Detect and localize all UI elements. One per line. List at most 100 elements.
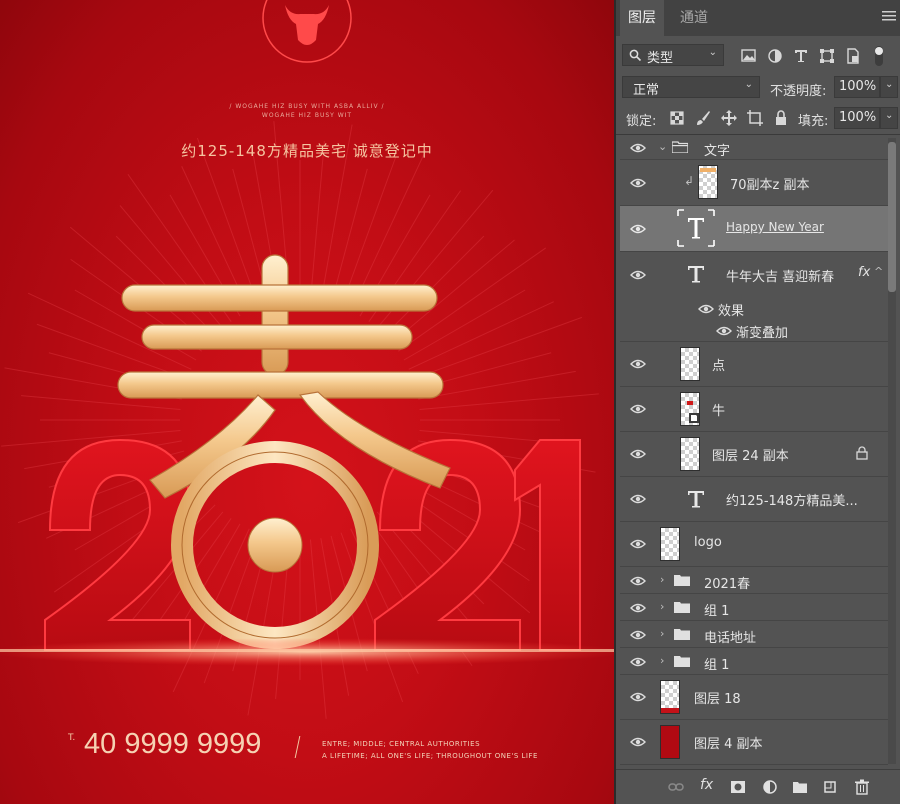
blend-mode-select[interactable]: 正常 ⌄ [622,76,760,98]
eye-icon[interactable] [630,448,646,460]
text-layer-thumbnail-selected [676,208,716,248]
new-layer-icon[interactable] [822,779,838,795]
eye-icon[interactable] [630,223,646,235]
chevron-up-icon[interactable]: ^ [874,265,883,278]
layer-name: 约125-148方精品美... [726,494,858,509]
chevron-right-icon[interactable]: › [660,600,664,613]
filter-pixel-icon[interactable] [740,47,758,65]
add-layer-style-icon[interactable]: fx [700,777,713,793]
lock-all-icon[interactable] [772,109,790,127]
eye-icon[interactable] [630,142,646,154]
document-canvas[interactable]: / WOGAHE HIZ BUSY WITH ASBA ALLIV / WOGA… [0,0,614,804]
golden-zero [171,441,379,649]
layer-effects-row[interactable]: 效果 [620,298,888,320]
layer-row-layer4-copy[interactable]: 图层 4 副本 [620,720,888,765]
scrollbar-thumb[interactable] [888,142,896,292]
layer-thumbnail [680,347,700,381]
layer-row-70-copy[interactable]: ↲ 70副本z 副本 [620,160,888,206]
layer-row-layer24-copy[interactable]: 图层 24 副本 [620,432,888,477]
eye-icon[interactable] [630,736,646,748]
new-group-folder-icon[interactable] [792,779,808,795]
link-layers-icon[interactable] [668,779,684,795]
filter-adjustment-icon[interactable] [766,47,784,65]
eye-icon[interactable] [630,493,646,505]
smart-object-icon [689,413,699,423]
eye-icon[interactable] [630,691,646,703]
chevron-down-icon: ⌄ [744,79,753,90]
slogan-line2: A LIFETIME; ALL ONE'S LIFE; THROUGHOUT O… [322,752,538,760]
opacity-input[interactable]: 100% [834,76,880,98]
filter-toggle-icon[interactable] [872,44,886,68]
panel-menu-icon[interactable] [882,10,896,22]
layer-row-text-125[interactable]: 约125-148方精品美... [620,477,888,522]
eye-icon[interactable] [630,575,646,587]
type-layer-icon [677,209,715,247]
eye-icon[interactable] [630,656,646,668]
layer-row-niu[interactable]: 牛 [620,387,888,432]
eye-icon[interactable] [630,358,646,370]
layer-row-happy-new-year[interactable]: Happy New Year [620,206,888,252]
layer-row-logo[interactable]: logo [620,522,888,567]
bull-logo [262,0,352,63]
lock-transparent-icon[interactable] [668,109,686,127]
lock-artboard-icon[interactable] [746,109,764,127]
eye-icon[interactable] [630,538,646,550]
eye-icon[interactable] [630,403,646,415]
chevron-right-icon[interactable]: › [660,573,664,586]
new-adjustment-layer-icon[interactable] [762,779,778,795]
filter-kind-label: 类型 [647,51,674,66]
lock-pixels-brush-icon[interactable] [694,109,712,127]
layers-bottom-toolbar: fx [616,769,900,804]
layer-name: 电话地址 [704,631,757,646]
layer-row-group-2021[interactable]: › 2021春 [620,567,888,594]
add-mask-icon[interactable] [730,779,746,795]
fill-input[interactable]: 100% [834,107,880,129]
effect-name: 渐变叠加 [736,326,789,341]
filter-smart-object-icon[interactable] [844,47,862,65]
filter-shape-icon[interactable] [818,47,836,65]
gradient-overlay-effect-row[interactable]: 渐变叠加 [620,320,888,342]
layers-scrollbar[interactable] [888,138,896,764]
layer-name: 2021春 [704,577,751,592]
sunburst-ray [309,141,325,301]
layer-name: 牛 [712,404,726,419]
folder-icon [674,629,690,640]
layer-row-layer18[interactable]: 图层 18 [620,675,888,720]
poster-subtitle: 约125-148方精品美宅 诚意登记中 [181,142,433,160]
chevron-right-icon[interactable]: › [660,654,664,667]
eye-icon[interactable] [630,602,646,614]
opacity-label: 不透明度: [770,84,827,99]
tab-channels[interactable]: 通道 [672,0,716,36]
opacity-value: 100% [839,79,877,94]
eye-icon[interactable] [698,303,714,315]
eye-icon[interactable] [716,325,732,337]
opacity-dropdown[interactable]: ⌄ [880,76,898,98]
fx-icon[interactable]: fx [858,265,870,280]
phone-number: 40 9999 9999 [84,728,262,760]
layer-row-group-text[interactable]: ⌄ 文字 [620,136,888,160]
layer-name: 图层 4 副本 [694,737,763,752]
eye-icon[interactable] [630,629,646,641]
layer-name: 文字 [704,144,731,159]
chevron-down-icon: ⌄ [885,110,894,121]
filter-type-icon[interactable] [792,47,810,65]
folder-icon [672,141,688,153]
layer-row-group-1a[interactable]: › 组 1 [620,594,888,621]
chevron-down-icon[interactable]: ⌄ [658,140,667,153]
layer-row-niu-nian[interactable]: 牛年大吉 喜迎新春 fx ^ [620,252,888,298]
delete-layer-icon[interactable] [854,779,870,795]
fill-dropdown[interactable]: ⌄ [880,107,898,129]
layer-row-group-1b[interactable]: › 组 1 [620,648,888,675]
filter-kind-select[interactable]: 类型 ⌄ [622,44,724,66]
layer-row-group-phone-address[interactable]: › 电话地址 [620,621,888,648]
layer-row-dot[interactable]: 点 [620,342,888,387]
chevron-right-icon[interactable]: › [660,627,664,640]
layer-thumbnail [660,527,680,561]
eye-icon[interactable] [630,177,646,189]
lock-position-icon[interactable] [720,109,738,127]
eye-icon[interactable] [630,269,646,281]
type-layer-icon [688,266,704,283]
tab-layers[interactable]: 图层 [620,0,664,36]
phone-prefix: T. [68,733,76,743]
blend-mode-value: 正常 [633,83,660,98]
